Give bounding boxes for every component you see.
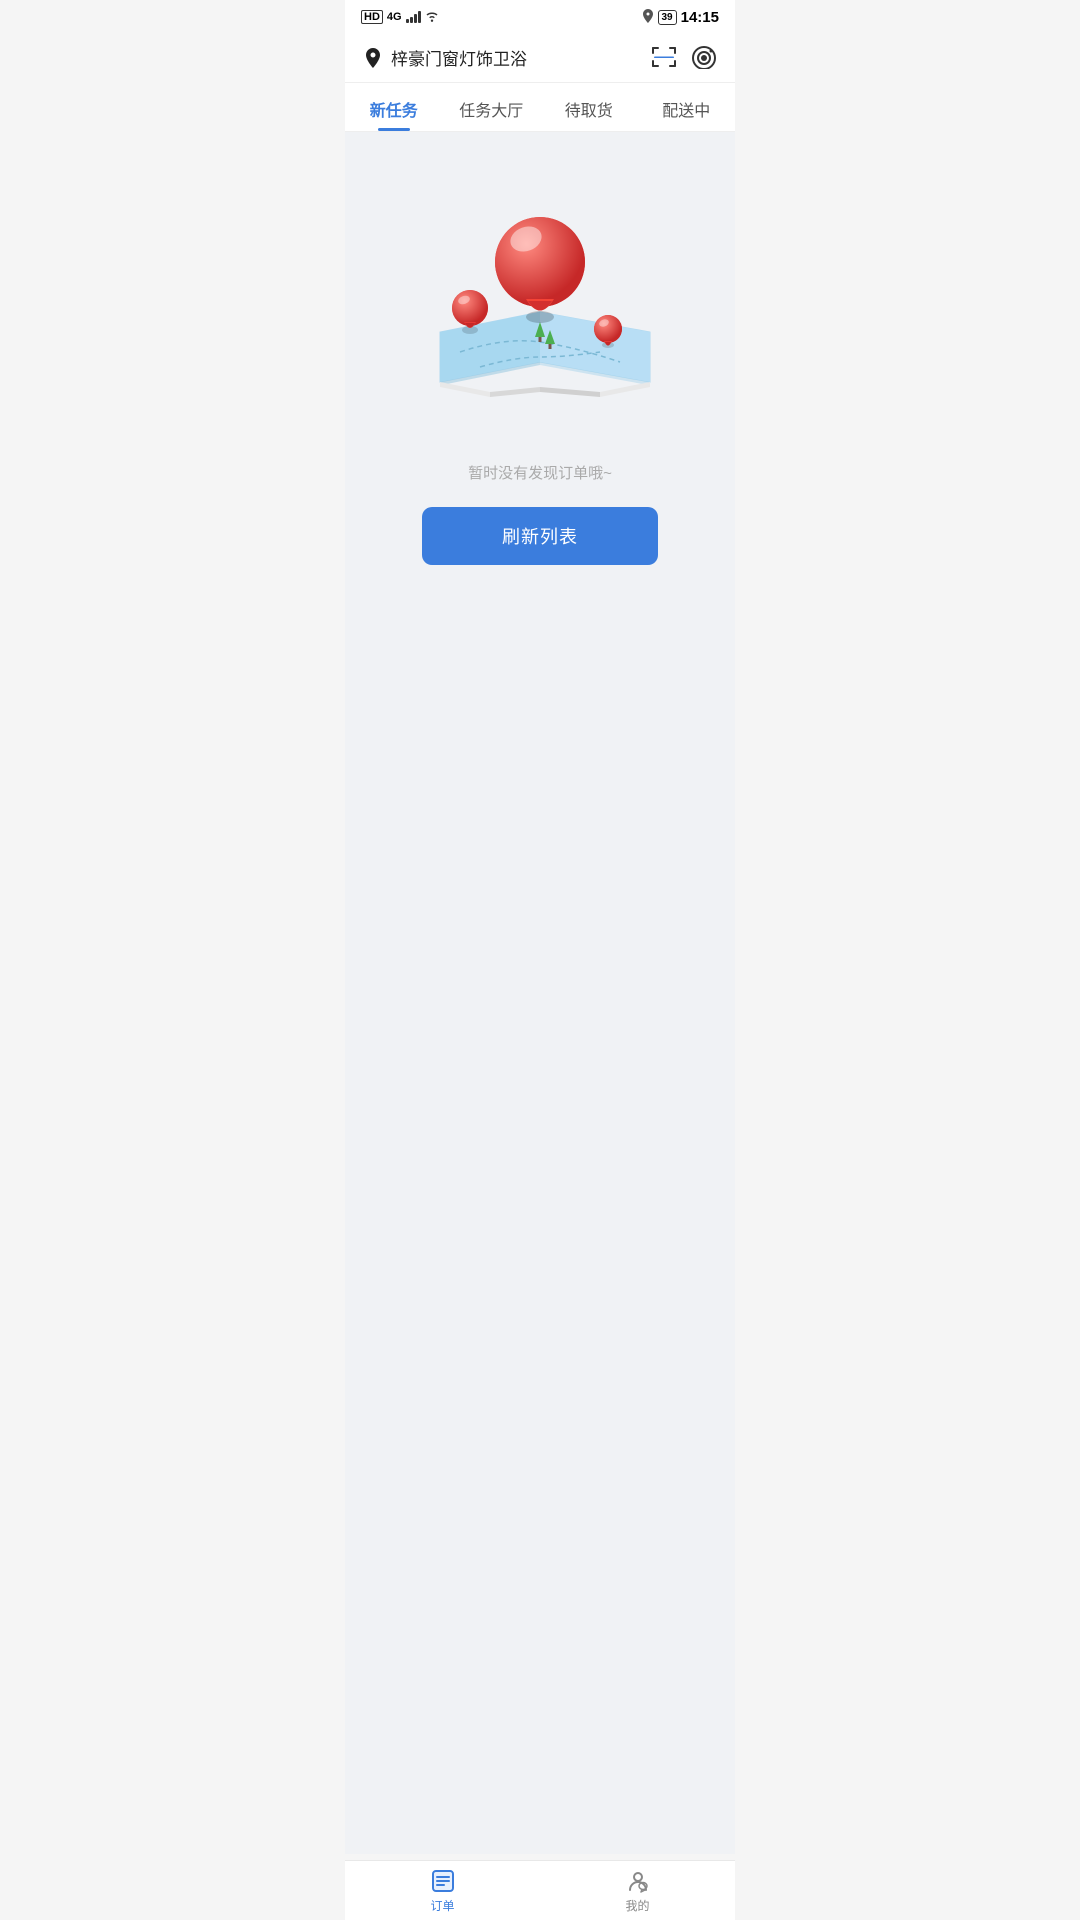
- status-right: 39 14:15: [642, 9, 720, 26]
- nav-item-orders[interactable]: 订单: [345, 1861, 540, 1920]
- battery-level: 39: [662, 12, 673, 23]
- status-bar: HD 4G 39 14:15: [345, 0, 735, 32]
- tab-task-hall[interactable]: 任务大厅: [443, 83, 541, 131]
- tabs: 新任务 任务大厅 待取货 配送中: [345, 83, 735, 132]
- camera-icon[interactable]: [691, 44, 717, 70]
- store-name: 梓豪门窗灯饰卫浴: [391, 45, 527, 70]
- bottom-nav: 订单 我的: [345, 1860, 735, 1920]
- location-status-icon: [642, 9, 654, 26]
- time-label: 14:15: [681, 9, 719, 26]
- signal-icon: [406, 11, 421, 23]
- tab-delivering[interactable]: 配送中: [638, 83, 736, 131]
- status-left: HD 4G: [361, 10, 439, 25]
- hd-label: HD: [361, 10, 383, 24]
- header-actions: [651, 44, 717, 70]
- orders-icon: [430, 1868, 456, 1894]
- mine-icon: [625, 1868, 651, 1894]
- mine-label: 我的: [625, 1897, 649, 1914]
- main-content: 暂时没有发现订单哦~ 刷新列表: [345, 132, 735, 1854]
- header: 梓豪门窗灯饰卫浴: [345, 32, 735, 83]
- battery-icon: 39: [658, 10, 677, 25]
- orders-label: 订单: [430, 1897, 454, 1914]
- network-label: 4G: [387, 11, 402, 23]
- nav-item-mine[interactable]: 我的: [540, 1861, 735, 1920]
- empty-state-illustration: [400, 192, 680, 442]
- scan-icon[interactable]: [651, 44, 677, 70]
- location-icon: [363, 47, 383, 67]
- tab-pickup[interactable]: 待取货: [540, 83, 638, 131]
- empty-state-text: 暂时没有发现订单哦~: [468, 462, 612, 483]
- tab-new-task[interactable]: 新任务: [345, 83, 443, 131]
- wifi-icon: [425, 10, 439, 25]
- refresh-button[interactable]: 刷新列表: [422, 507, 658, 565]
- header-left: 梓豪门窗灯饰卫浴: [363, 45, 527, 70]
